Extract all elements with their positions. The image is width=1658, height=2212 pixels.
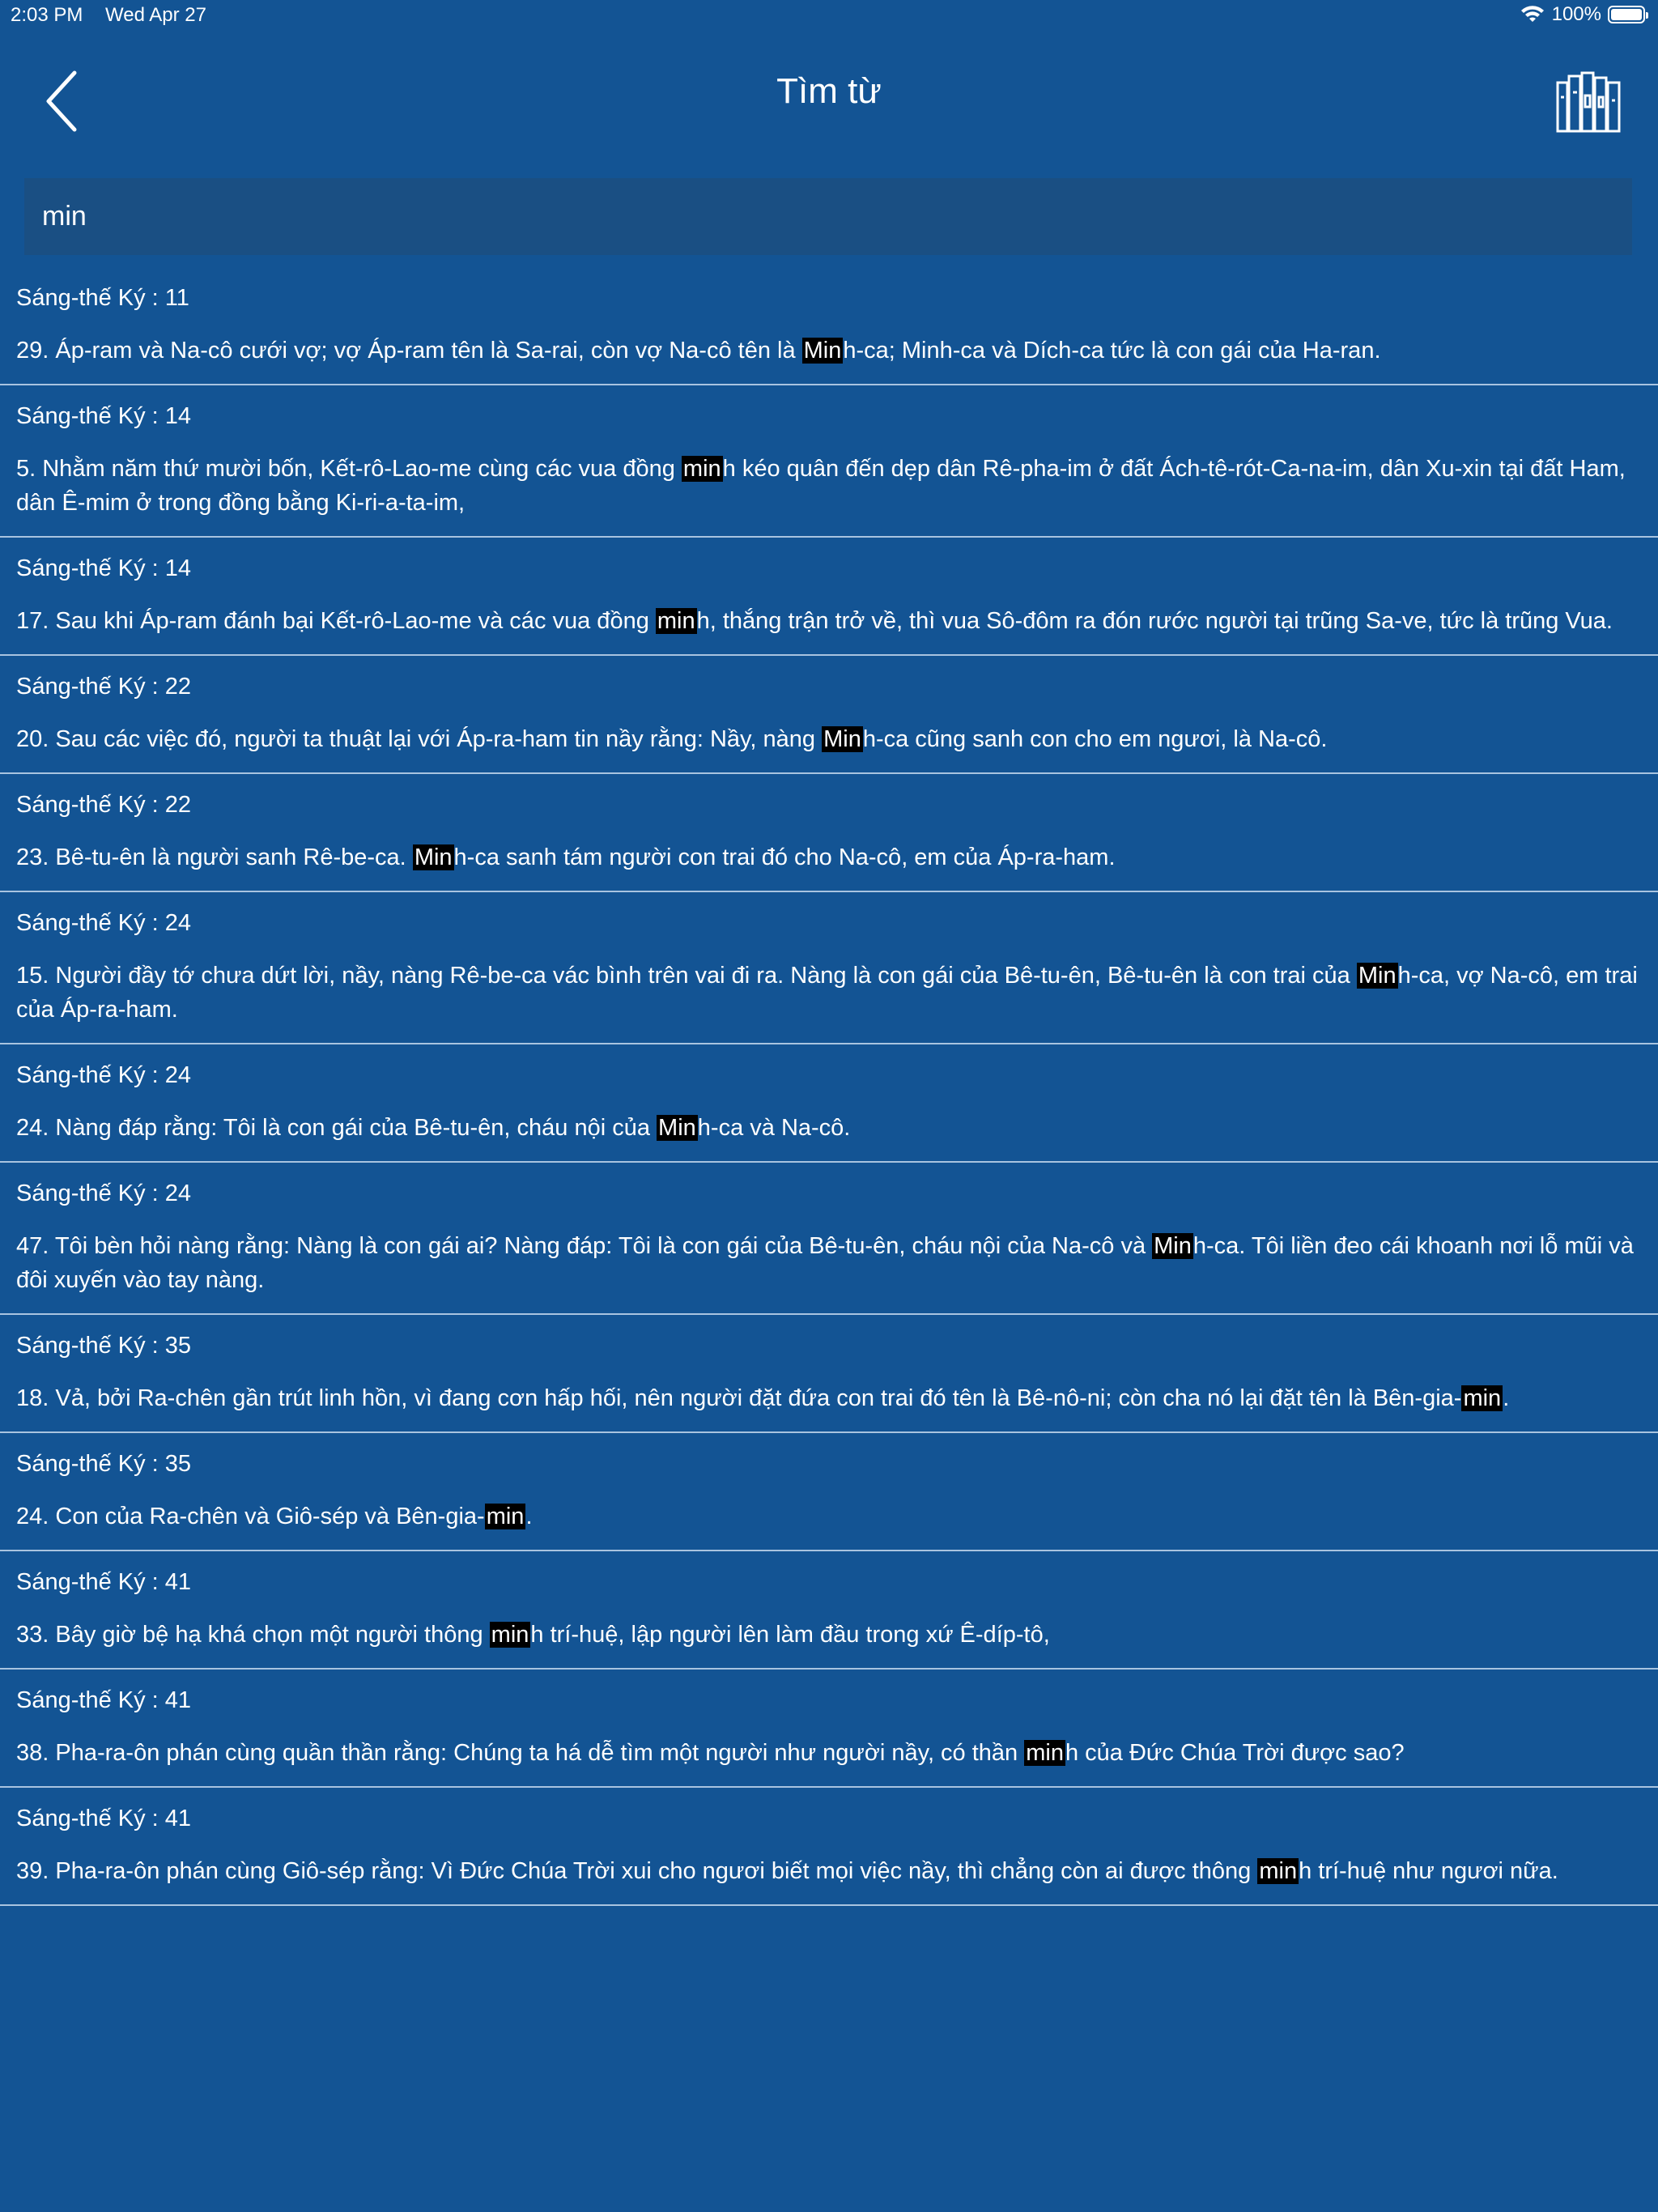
verse-text-before: 5. Nhằm năm thứ mười bốn, Kết-rô-Lao-me … [16, 456, 682, 482]
result-row[interactable]: Sáng-thế Ký : 41 33. Bây giờ bệ hạ khá ch… [0, 1551, 1658, 1670]
verse-text-after: h của Đức Chúa Trời được sao? [1065, 1740, 1405, 1766]
verse-text-before: 23. Bê-tu-ên là người sanh Rê-be-ca. [16, 844, 413, 870]
status-bar: 2:03 PM Wed Apr 27 100% [0, 0, 1658, 32]
match-highlight: min [484, 1504, 526, 1529]
status-date: Wed Apr 27 [105, 4, 206, 26]
result-verse: 47. Tôi bèn hỏi nàng rằng: Nàng là con g… [16, 1229, 1642, 1297]
status-time: 2:03 PM [11, 4, 83, 26]
match-highlight: Min [1152, 1233, 1193, 1259]
result-row[interactable]: Sáng-thế Ký : 22 20. Sau các việc đó, ngư… [0, 656, 1658, 774]
search-field[interactable] [24, 178, 1632, 255]
result-verse: 29. Áp-ram và Na-cô cưới vợ; vợ Áp-ram t… [16, 334, 1642, 368]
result-row[interactable]: Sáng-thế Ký : 35 18. Vả, bởi Ra-chên gần … [0, 1315, 1658, 1433]
verse-text-before: 24. Nàng đáp rằng: Tôi là con gái của Bê… [16, 1115, 657, 1141]
match-highlight: Min [801, 338, 844, 364]
result-verse: 24. Nàng đáp rằng: Tôi là con gái của Bê… [16, 1111, 1642, 1145]
result-verse: 20. Sau các việc đó, người ta thuật lại … [16, 722, 1642, 756]
result-reference: Sáng-thế Ký : 11 [16, 285, 189, 311]
result-row[interactable]: Sáng-thế Ký : 41 38. Pha-ra-ôn phán cùng … [0, 1670, 1658, 1788]
result-row[interactable]: Sáng-thế Ký : 35 24. Con của Ra-chên và G… [0, 1433, 1658, 1551]
match-highlight: min [1461, 1385, 1503, 1411]
verse-text-after: h-ca và Na-cô. [697, 1115, 851, 1141]
result-reference: Sáng-thế Ký : 24 [16, 1062, 192, 1088]
verse-text-before: 29. Áp-ram và Na-cô cưới vợ; vợ Áp-ram t… [16, 338, 802, 364]
verse-text-after: h trí-huệ, lập người lên làm đầu trong x… [530, 1622, 1050, 1648]
match-highlight: min [489, 1622, 531, 1648]
match-highlight: Min [412, 844, 454, 870]
result-reference: Sáng-thế Ký : 41 [16, 1687, 192, 1713]
result-verse: 24. Con của Ra-chên và Giô-sép và Bên-gi… [16, 1499, 1642, 1534]
match-highlight: Min [822, 726, 863, 752]
results-list: Sáng-thế Ký : 11 29. Áp-ram và Na-cô cưới… [0, 267, 1658, 1906]
status-right: 100% [1520, 3, 1648, 26]
page-title: Tìm từ [776, 71, 882, 111]
result-reference: Sáng-thế Ký : 22 [16, 674, 192, 700]
result-reference: Sáng-thế Ký : 35 [16, 1333, 192, 1359]
verse-text-before: 24. Con của Ra-chên và Giô-sép và Bên-gi… [16, 1504, 485, 1529]
result-row[interactable]: Sáng-thế Ký : 22 23. Bê-tu-ên là người sa… [0, 774, 1658, 892]
result-row[interactable]: Sáng-thế Ký : 14 5. Nhằm năm thứ mười bốn… [0, 385, 1658, 538]
result-reference: Sáng-thế Ký : 41 [16, 1806, 192, 1831]
result-verse: 39. Pha-ra-ôn phán cùng Giô-sép rằng: Vì… [16, 1854, 1642, 1888]
verse-text-after: h, thắng trận trở về, thì vua Sô-đôm ra … [696, 608, 1613, 634]
search-input[interactable] [40, 200, 1632, 233]
result-reference: Sáng-thế Ký : 24 [16, 1180, 192, 1206]
verse-text-before: 18. Vả, bởi Ra-chên gần trút linh hồn, v… [16, 1385, 1462, 1411]
match-highlight: min [1257, 1858, 1299, 1884]
result-verse: 17. Sau khi Áp-ram đánh bại Kết-rô-Lao-m… [16, 604, 1642, 638]
result-row[interactable]: Sáng-thế Ký : 41 39. Pha-ra-ôn phán cùng … [0, 1788, 1658, 1906]
match-highlight: Min [1356, 963, 1398, 989]
result-row[interactable]: Sáng-thế Ký : 24 24. Nàng đáp rằng: Tôi l… [0, 1044, 1658, 1163]
books-icon [1556, 71, 1621, 133]
verse-text-before: 39. Pha-ra-ôn phán cùng Giô-sép rằng: Vì… [16, 1858, 1258, 1884]
match-highlight: min [1024, 1740, 1065, 1766]
verse-text-after: h-ca sanh tám người con trai đó cho Na-c… [453, 844, 1116, 870]
verse-text-after: h-ca cũng sanh con cho em ngươi, là Na-c… [862, 726, 1328, 752]
verse-text-after: . [1503, 1385, 1510, 1411]
verse-text-after: . [525, 1504, 533, 1529]
result-reference: Sáng-thế Ký : 22 [16, 792, 192, 818]
verse-text-after: h-ca; Minh-ca và Dích-ca tức là con gái … [843, 338, 1381, 364]
result-reference: Sáng-thế Ký : 14 [16, 555, 192, 581]
verse-text-before: 33. Bây giờ bệ hạ khá chọn một người thô… [16, 1622, 490, 1648]
battery-percent: 100% [1551, 3, 1601, 25]
match-highlight: min [655, 608, 697, 634]
result-reference: Sáng-thế Ký : 14 [16, 403, 192, 429]
verse-text-before: 47. Tôi bèn hỏi nàng rằng: Nàng là con g… [16, 1233, 1153, 1259]
result-reference: Sáng-thế Ký : 35 [16, 1451, 192, 1477]
verse-text-before: 17. Sau khi Áp-ram đánh bại Kết-rô-Lao-m… [16, 608, 656, 634]
result-verse: 33. Bây giờ bệ hạ khá chọn một người thô… [16, 1618, 1642, 1652]
verse-text-before: 38. Pha-ra-ôn phán cùng quần thần rằng: … [16, 1740, 1025, 1766]
verse-text-after: h trí-huệ như ngươi nữa. [1299, 1858, 1558, 1884]
result-row[interactable]: Sáng-thế Ký : 24 15. Người đầy tớ chưa dứ… [0, 892, 1658, 1044]
result-row[interactable]: Sáng-thế Ký : 11 29. Áp-ram và Na-cô cưới… [0, 267, 1658, 385]
result-row[interactable]: Sáng-thế Ký : 24 47. Tôi bèn hỏi nàng rằn… [0, 1163, 1658, 1315]
battery-icon [1608, 6, 1648, 23]
verse-text-before: 15. Người đầy tớ chưa dứt lời, nầy, nàng… [16, 963, 1357, 989]
result-verse: 23. Bê-tu-ên là người sanh Rê-be-ca. Min… [16, 840, 1642, 874]
result-verse: 15. Người đầy tớ chưa dứt lời, nầy, nàng… [16, 959, 1642, 1027]
result-verse: 38. Pha-ra-ôn phán cùng quần thần rằng: … [16, 1736, 1642, 1770]
result-reference: Sáng-thế Ký : 41 [16, 1569, 192, 1595]
match-highlight: Min [657, 1115, 698, 1141]
match-highlight: min [681, 456, 723, 482]
verse-text-before: 20. Sau các việc đó, người ta thuật lại … [16, 726, 823, 752]
nav-bar: Tìm từ [0, 32, 1658, 162]
result-reference: Sáng-thế Ký : 24 [16, 910, 192, 936]
result-verse: 18. Vả, bởi Ra-chên gần trút linh hồn, v… [16, 1381, 1642, 1415]
result-verse: 5. Nhằm năm thứ mười bốn, Kết-rô-Lao-me … [16, 452, 1642, 520]
library-button[interactable] [1553, 65, 1626, 138]
wifi-icon [1520, 6, 1544, 22]
result-row[interactable]: Sáng-thế Ký : 14 17. Sau khi Áp-ram đánh … [0, 538, 1658, 656]
